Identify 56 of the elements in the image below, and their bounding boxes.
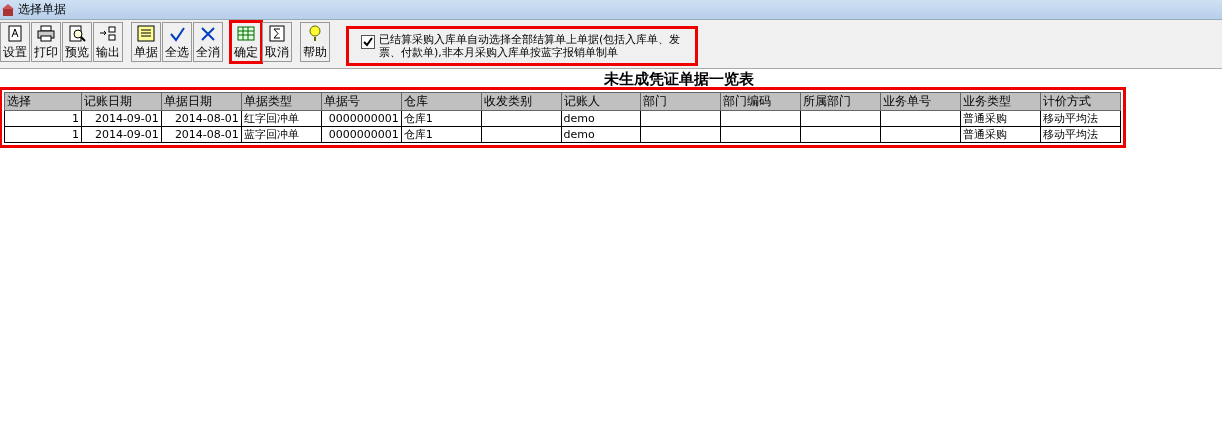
table-cell: 仓库1 xyxy=(401,110,482,127)
toolbar-button[interactable]: 全消 xyxy=(193,22,223,62)
check-icon xyxy=(168,25,186,42)
toolbar-button[interactable]: 全选 xyxy=(162,22,192,62)
column-header[interactable]: 仓库 xyxy=(401,92,482,111)
table-cell: 仓库1 xyxy=(401,126,482,143)
column-header[interactable]: 业务类型 xyxy=(960,92,1041,111)
grid-icon xyxy=(237,25,255,42)
column-header[interactable]: 部门 xyxy=(640,92,721,111)
list-icon xyxy=(137,25,155,42)
toolbar-button[interactable]: 设置 xyxy=(0,22,30,62)
table-cell: demo xyxy=(561,110,641,127)
column-header[interactable]: 记账日期 xyxy=(81,92,162,111)
table-cell: 2014-09-01 xyxy=(81,110,162,127)
column-header[interactable]: 所属部门 xyxy=(800,92,881,111)
table-cell: 移动平均法 xyxy=(1040,110,1121,127)
toolbar-button[interactable]: 输出 xyxy=(93,22,123,62)
table-cell: 2014-09-01 xyxy=(81,126,162,143)
table-cell: 普通采购 xyxy=(960,126,1041,143)
table-cell: 蓝字回冲单 xyxy=(241,126,322,143)
toolbar-button[interactable]: 单据 xyxy=(131,22,161,62)
export-icon xyxy=(99,25,117,42)
checkbox[interactable] xyxy=(361,35,375,49)
table-cell: demo xyxy=(561,126,641,143)
app-icon xyxy=(2,3,14,16)
table-cell: 1 xyxy=(4,126,82,143)
column-header[interactable]: 业务单号 xyxy=(880,92,961,111)
toolbar-button[interactable]: 帮助 xyxy=(300,22,330,62)
table-cell: 普通采购 xyxy=(960,110,1041,127)
toolbar-button[interactable]: 取消 xyxy=(262,22,292,62)
table-cell: 0000000001 xyxy=(321,126,402,143)
magnifier-icon xyxy=(68,25,86,42)
column-header[interactable]: 收发类别 xyxy=(481,92,562,111)
column-header[interactable]: 单据类型 xyxy=(241,92,322,111)
table-cell: 2014-08-01 xyxy=(161,110,242,127)
toolbar-button[interactable]: 打印 xyxy=(31,22,61,62)
column-header[interactable]: 选择 xyxy=(4,92,82,111)
table-cell: 移动平均法 xyxy=(1040,126,1121,143)
window-title: 选择单据 xyxy=(18,1,66,18)
column-header[interactable]: 记账人 xyxy=(561,92,641,111)
page-icon xyxy=(6,25,24,42)
checkbox-label: 已结算采购入库单自动选择全部结算单上单据(包括入库单、发票、付款单),非本月采购入库单按蓝字报销单制单 xyxy=(379,33,682,59)
cross-icon xyxy=(199,25,217,42)
table-heading: 未生成凭证单据一览表 xyxy=(604,70,754,88)
table-cell: 红字回冲单 xyxy=(241,110,322,127)
sigma-icon xyxy=(268,25,286,42)
column-header[interactable]: 计价方式 xyxy=(1040,92,1121,111)
toolbar-button[interactable]: 确定 xyxy=(231,22,261,62)
table-cell: 2014-08-01 xyxy=(161,126,242,143)
column-header[interactable]: 部门编码 xyxy=(720,92,801,111)
toolbar-button[interactable]: 预览 xyxy=(62,22,92,62)
column-header[interactable]: 单据号 xyxy=(321,92,402,111)
table-cell: 1 xyxy=(4,110,82,127)
column-header[interactable]: 单据日期 xyxy=(161,92,242,111)
printer-icon xyxy=(37,25,55,42)
table-cell: 0000000001 xyxy=(321,110,402,127)
